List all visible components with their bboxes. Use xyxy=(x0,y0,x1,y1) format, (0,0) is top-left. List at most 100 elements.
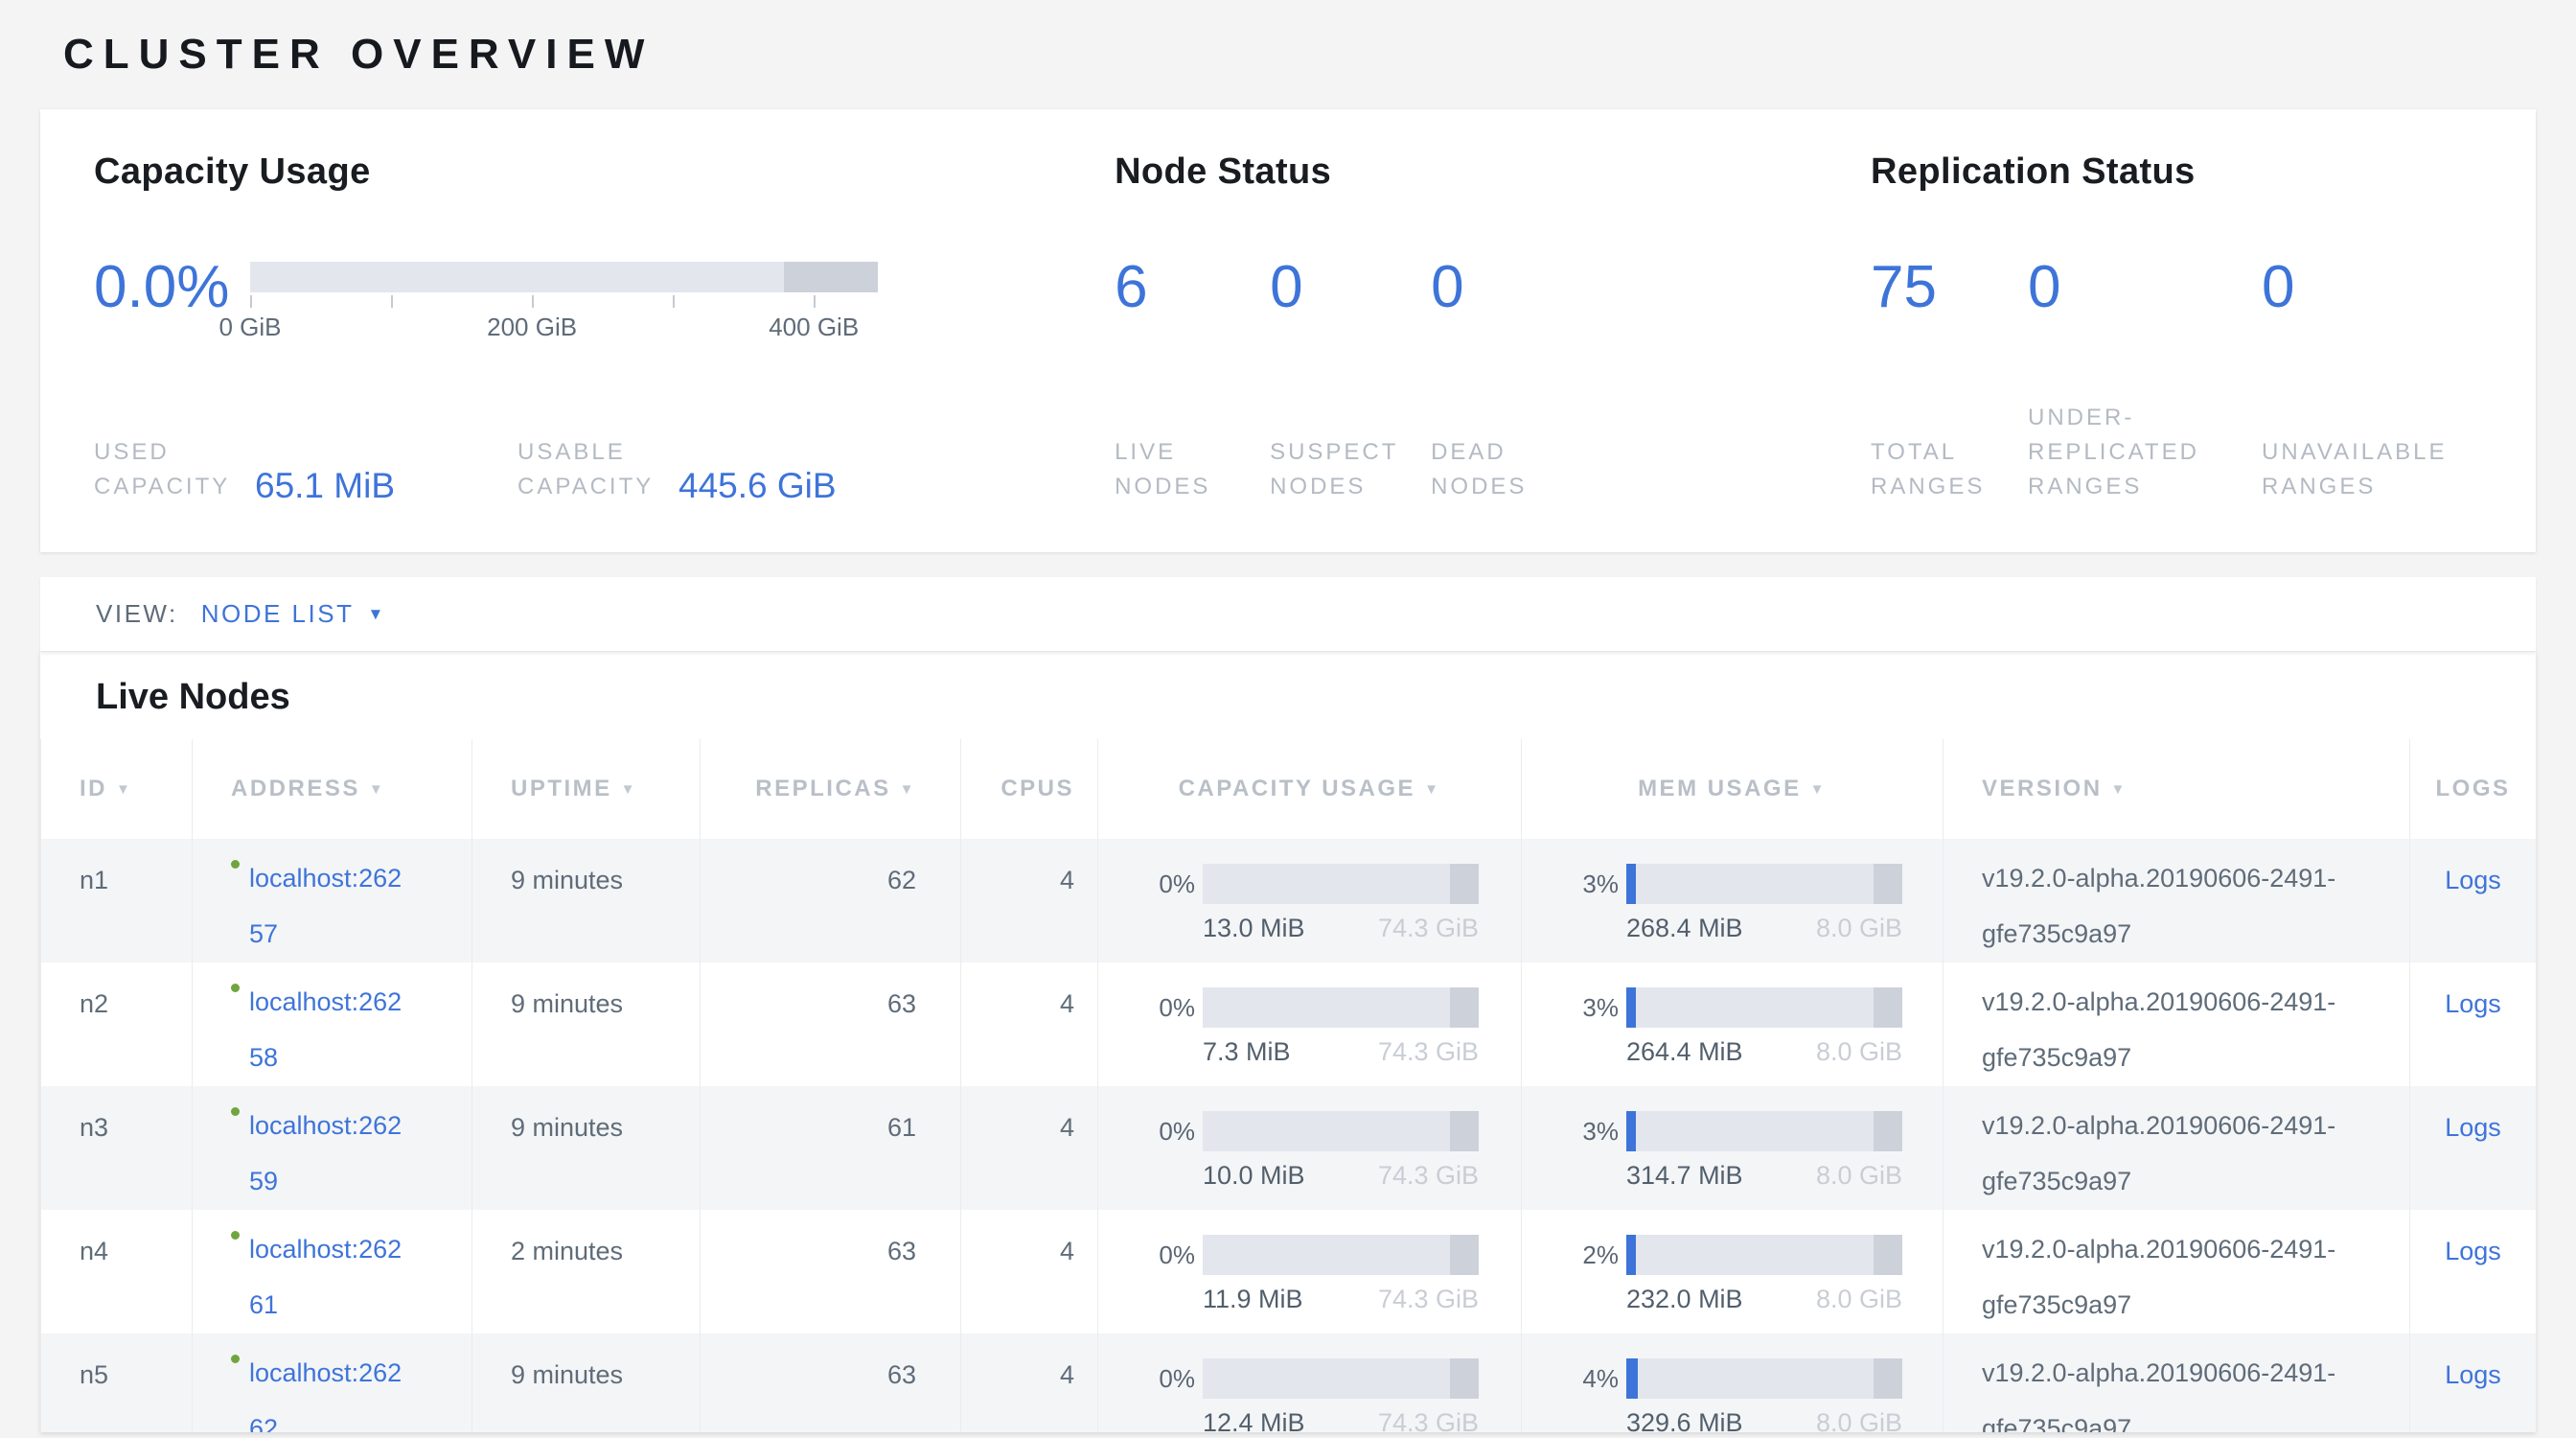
node-address-link[interactable]: localhost:26258 xyxy=(249,976,410,1005)
memory-total-value: 8.0 GiB xyxy=(1816,1285,1902,1313)
capacity-usage-cell: 0%13.0 MiB74.3 GiB xyxy=(1098,839,1522,963)
memory-usage-bar-track xyxy=(1626,1235,1902,1275)
col-header-id[interactable]: ID▼ xyxy=(41,739,193,839)
capacity-used-value: 12.4 MiB xyxy=(1203,1408,1305,1432)
node-version-text: v19.2.0-alpha.20190606-2491-gfe735c9a97 xyxy=(1982,850,2384,962)
view-label: VIEW: xyxy=(96,599,178,629)
memory-usage-percent: 3% xyxy=(1563,1111,1619,1151)
node-address-text: localhost:26261 xyxy=(249,1221,410,1333)
node-address-text: localhost:26259 xyxy=(249,1098,410,1209)
capacity-usage-bar-track xyxy=(1203,987,1479,1028)
logs-link[interactable]: Logs xyxy=(2445,989,2501,1018)
node-logs-cell: Logs xyxy=(2410,1334,2537,1432)
node-id-cell: n4 xyxy=(41,1210,193,1334)
unavailable-ranges-value: 0 xyxy=(2262,256,2482,319)
memory-usage-values: 314.7 MiB8.0 GiB xyxy=(1626,1161,1902,1190)
capacity-usage-bar: 0% xyxy=(1139,1111,1520,1151)
view-dropdown[interactable]: NODE LIST ▼ xyxy=(201,599,384,629)
memory-usage-bar: 2% xyxy=(1563,1235,1942,1275)
node-row: n4localhost:262612 minutes6340%11.9 MiB7… xyxy=(41,1210,2537,1334)
col-header-label: CAPACITY USAGE xyxy=(1179,776,1415,801)
capacity-usage-bar-track xyxy=(1203,864,1479,904)
axis-tick xyxy=(814,295,816,308)
col-header-replicas[interactable]: REPLICAS▼ xyxy=(701,739,961,839)
capacity-usage-gauge: 0.0% 0 GiB 200 GiB 400 GiB xyxy=(94,256,1115,345)
capacity-usage-cell: 0%7.3 MiB74.3 GiB xyxy=(1098,963,1522,1086)
capacity-total-value: 74.3 GiB xyxy=(1378,1285,1479,1313)
node-version-cell: v19.2.0-alpha.20190606-2491-gfe735c9a97 xyxy=(1944,839,2410,963)
sort-caret-icon: ▼ xyxy=(1424,781,1440,798)
node-address-link[interactable]: localhost:26259 xyxy=(249,1100,410,1128)
logs-link[interactable]: Logs xyxy=(2445,1237,2501,1265)
node-cpus-cell: 4 xyxy=(961,1210,1098,1334)
chevron-down-icon: ▼ xyxy=(367,606,383,622)
col-header-version[interactable]: VERSION▼ xyxy=(1944,739,2410,839)
node-address-link[interactable]: localhost:26261 xyxy=(249,1223,410,1252)
node-version-cell: v19.2.0-alpha.20190606-2491-gfe735c9a97 xyxy=(1944,1334,2410,1432)
memory-usage-bar-track xyxy=(1626,864,1902,904)
logs-link[interactable]: Logs xyxy=(2445,1113,2501,1142)
capacity-total-value: 74.3 GiB xyxy=(1378,1408,1479,1432)
live-status-dot-icon xyxy=(231,984,240,992)
capacity-usage-bar: 0% xyxy=(1139,987,1520,1028)
node-address-cell: localhost:26258 xyxy=(193,963,472,1086)
under-replicated-ranges-value: 0 xyxy=(2028,256,2262,319)
node-address-text: localhost:26257 xyxy=(249,850,410,962)
sort-caret-icon: ▼ xyxy=(369,781,385,798)
node-logs-cell: Logs xyxy=(2410,963,2537,1086)
capacity-usage-percent: 0% xyxy=(1139,1235,1195,1275)
capacity-used-value: 7.3 MiB xyxy=(1203,1037,1291,1066)
memory-used-value: 264.4 MiB xyxy=(1626,1037,1743,1066)
node-uptime-cell: 9 minutes xyxy=(472,1334,701,1432)
suspect-nodes-label: SUSPECT NODES xyxy=(1270,435,1431,504)
memory-usage-cell: 2%232.0 MiB8.0 GiB xyxy=(1522,1210,1944,1334)
col-header-label: MEM USAGE xyxy=(1638,776,1802,801)
bar-fill-segment xyxy=(1626,987,1636,1028)
suspect-nodes-stat: 0 SUSPECT NODES xyxy=(1270,256,1431,504)
col-header-address[interactable]: ADDRESS ▼ xyxy=(193,739,472,839)
logs-link[interactable]: Logs xyxy=(2445,1360,2501,1389)
node-version-text: v19.2.0-alpha.20190606-2491-gfe735c9a97 xyxy=(1982,974,2384,1085)
memory-total-value: 8.0 GiB xyxy=(1816,1037,1902,1066)
unavailable-ranges-label: UNAVAILABLE RANGES xyxy=(2262,435,2482,504)
bar-fill-segment xyxy=(1626,1235,1636,1275)
usable-capacity-stat: USABLE CAPACITY 445.6 GiB xyxy=(518,435,837,504)
capacity-usage-cell: 0% 10.0 MiB74.3 GiB xyxy=(1098,1086,1522,1210)
node-uptime-cell: 9 minutes xyxy=(472,1086,701,1210)
node-id-cell: n3 xyxy=(41,1086,193,1210)
col-header-uptime[interactable]: UPTIME▼ xyxy=(472,739,701,839)
capacity-usage-bar: 0% xyxy=(1139,1358,1520,1399)
node-address-link[interactable]: localhost:26262 xyxy=(249,1347,410,1376)
axis-tick-label: 400 GiB xyxy=(769,313,859,342)
capacity-usage-bar: 0% xyxy=(1139,1235,1520,1275)
live-status-dot-icon xyxy=(231,1231,240,1240)
col-header-logs: LOGS xyxy=(2410,739,2537,839)
logs-link[interactable]: Logs xyxy=(2445,866,2501,894)
cluster-summary-card: Capacity Usage 0.0% 0 GiB 200 GiB xyxy=(40,109,2536,552)
live-nodes-stat: 6 LIVE NODES xyxy=(1115,256,1270,504)
col-header-memory[interactable]: MEM USAGE▼ xyxy=(1522,739,1944,839)
node-address-cell: localhost:26257 xyxy=(193,839,472,963)
suspect-nodes-value: 0 xyxy=(1270,256,1431,319)
col-header-capacity[interactable]: CAPACITY USAGE ▼ xyxy=(1098,739,1522,839)
node-status-heading: Node Status xyxy=(1115,151,1871,193)
dead-nodes-label: DEAD NODES xyxy=(1431,435,1594,504)
capacity-stats: USED CAPACITY 65.1 MiB USABLE CAPACITY 4… xyxy=(94,435,1115,504)
node-id-cell: n2 xyxy=(41,963,193,1086)
node-cpus-cell: 4 xyxy=(961,1086,1098,1210)
under-replicated-ranges-label: UNDER-REPLICATED RANGES xyxy=(2028,401,2262,504)
col-header-cpus: CPUS xyxy=(961,739,1098,839)
col-header-label: LOGS xyxy=(2435,776,2510,801)
col-header-label: REPLICAS xyxy=(755,776,890,801)
node-address-text: localhost:26258 xyxy=(249,974,410,1085)
replication-status-section: Replication Status 75 TOTAL RANGES 0 UND… xyxy=(1871,151,2482,504)
node-replicas-cell: 61 xyxy=(701,1086,961,1210)
memory-used-value: 268.4 MiB xyxy=(1626,914,1743,942)
capacity-used-value: 11.9 MiB xyxy=(1203,1285,1303,1313)
col-header-label: ID xyxy=(80,776,107,801)
capacity-usage-values: 10.0 MiB74.3 GiB xyxy=(1203,1161,1479,1190)
node-cpus-cell: 4 xyxy=(961,963,1098,1086)
col-header-label: ADDRESS xyxy=(231,776,360,801)
node-address-link[interactable]: localhost:26257 xyxy=(249,852,410,881)
view-selected-value: NODE LIST xyxy=(201,599,355,629)
